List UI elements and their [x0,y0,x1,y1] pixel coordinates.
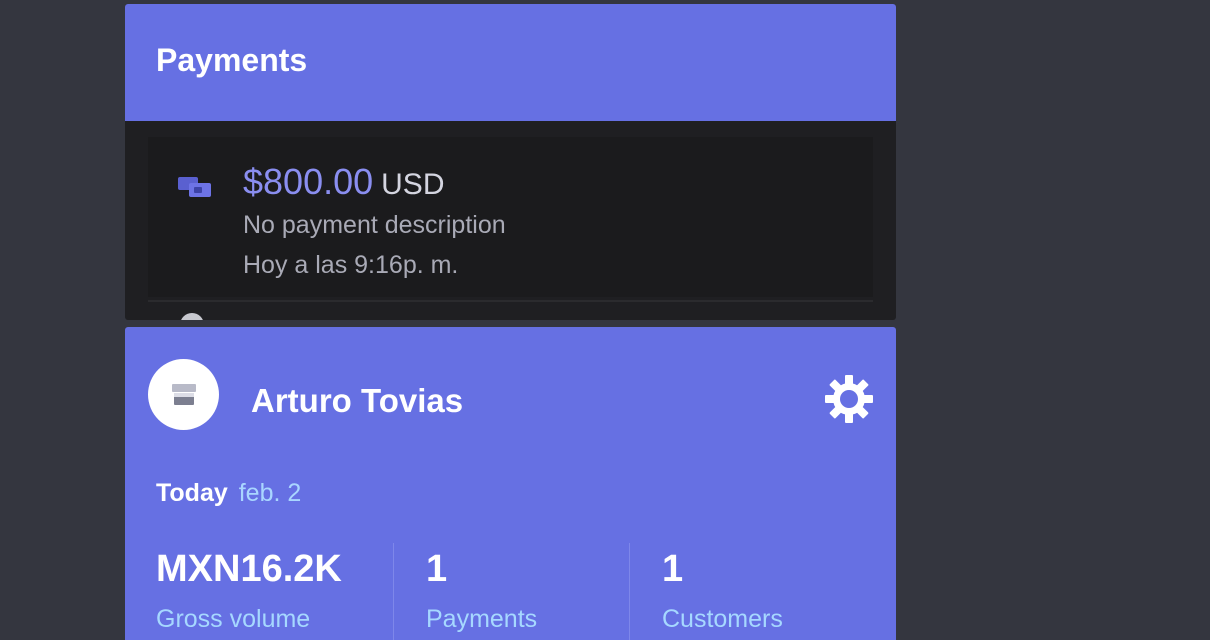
stat-divider [629,543,630,640]
stat-customers[interactable]: 1 Customers [662,550,783,634]
today-date: feb. 2 [238,479,302,507]
avatar[interactable] [148,359,219,430]
page-title: Payments [156,42,308,78]
stat-divider [393,543,394,640]
store-icon [171,383,196,405]
payment-item[interactable]: $800.00 USD No payment description Hoy a … [148,137,873,297]
stat-label: Gross volume [156,605,311,633]
payments-card: Payments $800.00 USD No payment descripti… [125,4,896,320]
payment-description: No payment description [243,211,506,239]
account-name: Arturo Tovias [251,382,464,419]
stat-value: 1 [662,548,684,590]
stat-label: Payments [426,605,538,633]
stat-payments[interactable]: 1 Payments [426,550,537,634]
payment-time: Hoy a las 9:16p. m. [243,251,459,279]
stat-gross-volume[interactable]: MXN16.2K Gross volume [156,550,342,634]
today-line: Today feb. 2 [156,479,301,508]
list-divider [148,300,873,302]
payment-amount: $800.00 [243,161,374,202]
stat-value: MXN16.2K [156,548,342,590]
payment-currency: USD [381,168,445,201]
payments-header: Payments [125,4,896,121]
next-item-icon [180,313,204,320]
stat-value: 1 [426,548,448,590]
stat-label: Customers [662,605,783,633]
today-label: Today [156,479,228,507]
account-card: Arturo Tovias Today feb. 2 MXN16.2K Gros… [125,327,896,640]
payment-amount-line: $800.00 USD [243,161,444,203]
payment-cards-icon [178,177,211,197]
gear-icon[interactable] [823,373,875,425]
